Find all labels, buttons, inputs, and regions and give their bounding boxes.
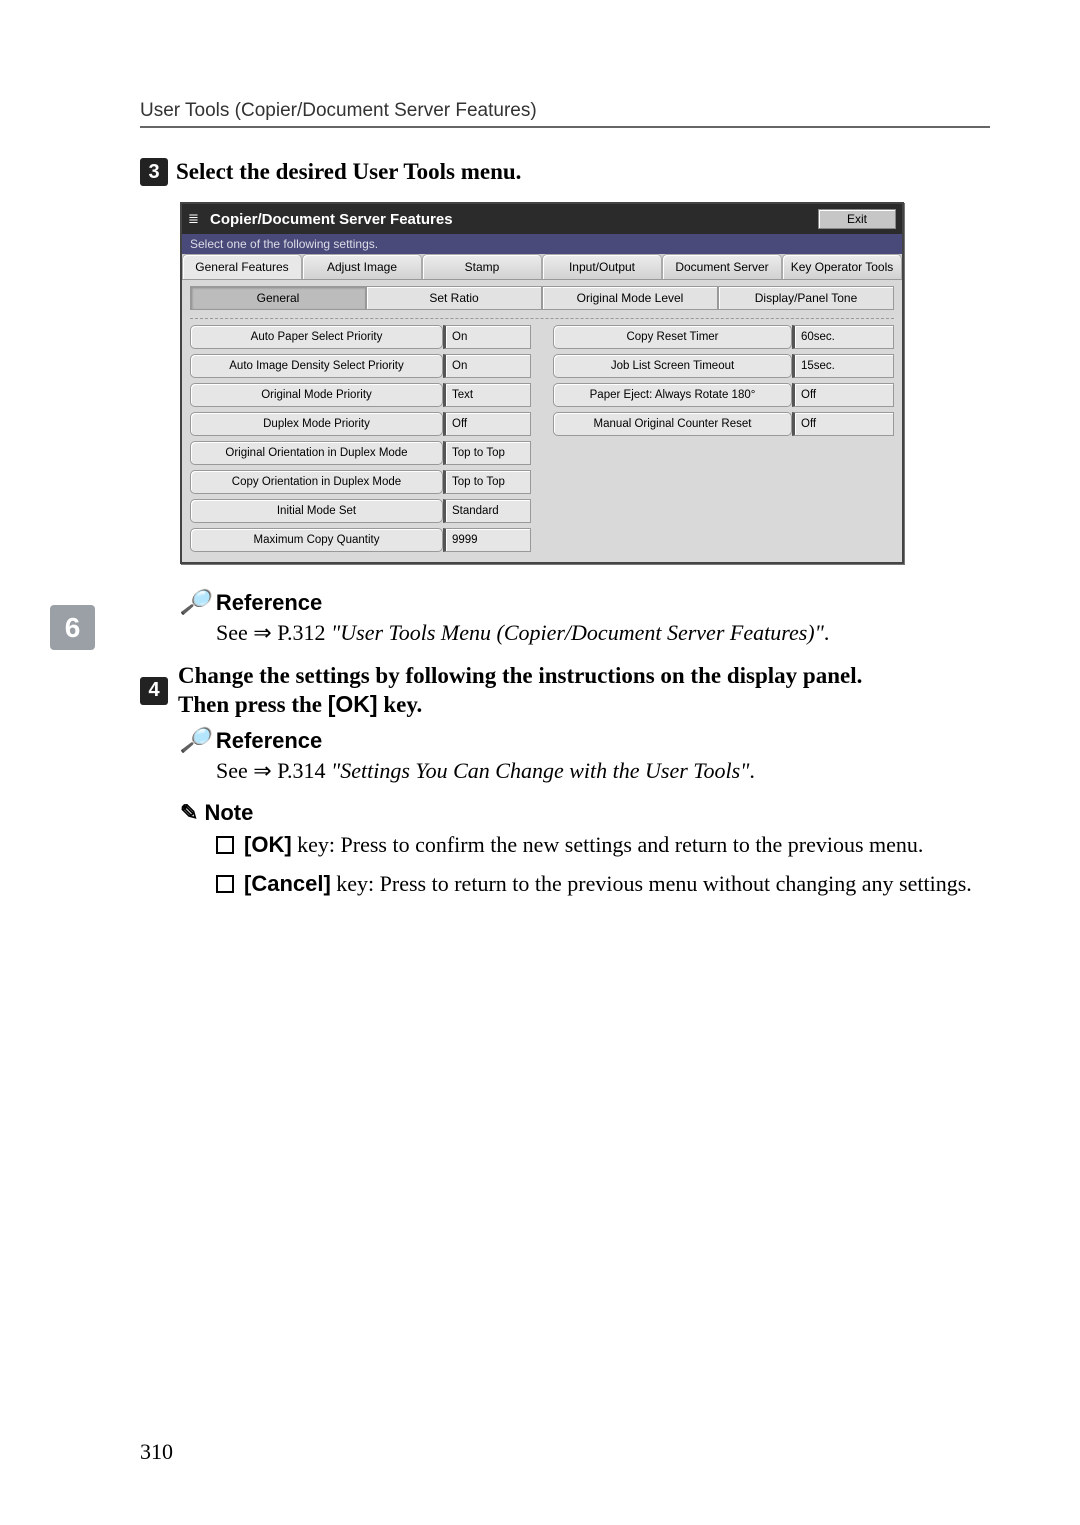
note-icon: ✎ — [180, 800, 198, 826]
bullet-icon — [216, 836, 234, 854]
note-heading: ✎ Note — [180, 800, 990, 826]
tab-input-output[interactable]: Input/Output — [542, 254, 662, 279]
step-4: 4 Change the settings by following the i… — [140, 662, 990, 721]
chapter-tab: 6 — [50, 605, 95, 650]
settings-left-column: Auto Paper Select PriorityOn Auto Image … — [190, 325, 531, 552]
note-item-2: [Cancel] key: Press to return to the pre… — [216, 869, 990, 899]
setting-label[interactable]: Paper Eject: Always Rotate 180° — [553, 383, 792, 407]
setting-label[interactable]: Duplex Mode Priority — [190, 412, 443, 436]
step-3: 3 Select the desired User Tools menu. — [140, 158, 990, 186]
setting-label[interactable]: Job List Screen Timeout — [553, 354, 792, 378]
setting-label[interactable]: Auto Paper Select Priority — [190, 325, 443, 349]
setting-label[interactable]: Copy Orientation in Duplex Mode — [190, 470, 443, 494]
note-item-1: [OK] key: Press to confirm the new setti… — [216, 830, 990, 860]
step-4-badge: 4 — [140, 677, 168, 705]
step-3-badge: 3 — [140, 158, 168, 186]
header-rule — [140, 126, 990, 128]
reference-label: Reference — [216, 590, 322, 616]
reference-1-text: See ⇒ P.312 "User Tools Menu (Copier/Doc… — [216, 619, 990, 648]
reference-icon: 🔎 — [180, 726, 210, 755]
step-3-text: Select the desired User Tools menu. — [176, 159, 521, 185]
panel-title: Copier/Document Server Features — [210, 211, 818, 228]
setting-label[interactable]: Original Mode Priority — [190, 383, 443, 407]
user-tools-screenshot: ≣ Copier/Document Server Features Exit S… — [180, 202, 990, 564]
subtab-display-panel-tone[interactable]: Display/Panel Tone — [718, 286, 894, 310]
reference-icon: 🔎 — [180, 588, 210, 617]
page-number: 310 — [140, 1439, 173, 1465]
bullet-icon — [216, 875, 234, 893]
exit-button[interactable]: Exit — [818, 209, 896, 229]
tab-stamp[interactable]: Stamp — [422, 254, 542, 279]
setting-label[interactable]: Manual Original Counter Reset — [553, 412, 792, 436]
setting-value[interactable]: Off — [443, 412, 531, 436]
setting-label[interactable]: Maximum Copy Quantity — [190, 528, 443, 552]
setting-value[interactable]: 9999 — [443, 528, 531, 552]
tab-adjust-image[interactable]: Adjust Image — [302, 254, 422, 279]
tab-document-server[interactable]: Document Server — [662, 254, 782, 279]
setting-value[interactable]: Text — [443, 383, 531, 407]
reference-heading: 🔎 Reference — [180, 588, 990, 617]
settings-right-column: Copy Reset Timer60sec. Job List Screen T… — [553, 325, 894, 552]
setting-value[interactable]: On — [443, 325, 531, 349]
setting-value[interactable]: 60sec. — [792, 325, 894, 349]
panel-titlebar: ≣ Copier/Document Server Features Exit — [182, 204, 902, 234]
setting-label[interactable]: Original Orientation in Duplex Mode — [190, 441, 443, 465]
tab-key-operator-tools[interactable]: Key Operator Tools — [782, 254, 902, 279]
setting-label[interactable]: Initial Mode Set — [190, 499, 443, 523]
setting-value[interactable]: Top to Top — [443, 470, 531, 494]
setting-value[interactable]: Standard — [443, 499, 531, 523]
setting-value[interactable]: Top to Top — [443, 441, 531, 465]
subtab-original-mode-level[interactable]: Original Mode Level — [542, 286, 718, 310]
primary-tabs: General Features Adjust Image Stamp Inpu… — [182, 254, 902, 280]
reference-heading-2: 🔎 Reference — [180, 726, 990, 755]
running-header: User Tools (Copier/Document Server Featu… — [140, 100, 990, 122]
setting-label[interactable]: Auto Image Density Select Priority — [190, 354, 443, 378]
step-4-text: Change the settings by following the ins… — [178, 662, 862, 721]
setting-label[interactable]: Copy Reset Timer — [553, 325, 792, 349]
setting-value[interactable]: On — [443, 354, 531, 378]
reference-2-text: See ⇒ P.314 "Settings You Can Change wit… — [216, 757, 990, 786]
note-label: Note — [204, 800, 253, 826]
subtab-set-ratio[interactable]: Set Ratio — [366, 286, 542, 310]
tab-general-features[interactable]: General Features — [182, 254, 302, 279]
panel-subtitle: Select one of the following settings. — [182, 234, 902, 254]
setting-value[interactable]: Off — [792, 412, 894, 436]
setting-value[interactable]: 15sec. — [792, 354, 894, 378]
secondary-tabs: General Set Ratio Original Mode Level Di… — [182, 280, 902, 316]
reference-label: Reference — [216, 728, 322, 754]
subtab-general[interactable]: General — [190, 286, 366, 310]
menu-icon: ≣ — [188, 211, 204, 227]
setting-value[interactable]: Off — [792, 383, 894, 407]
